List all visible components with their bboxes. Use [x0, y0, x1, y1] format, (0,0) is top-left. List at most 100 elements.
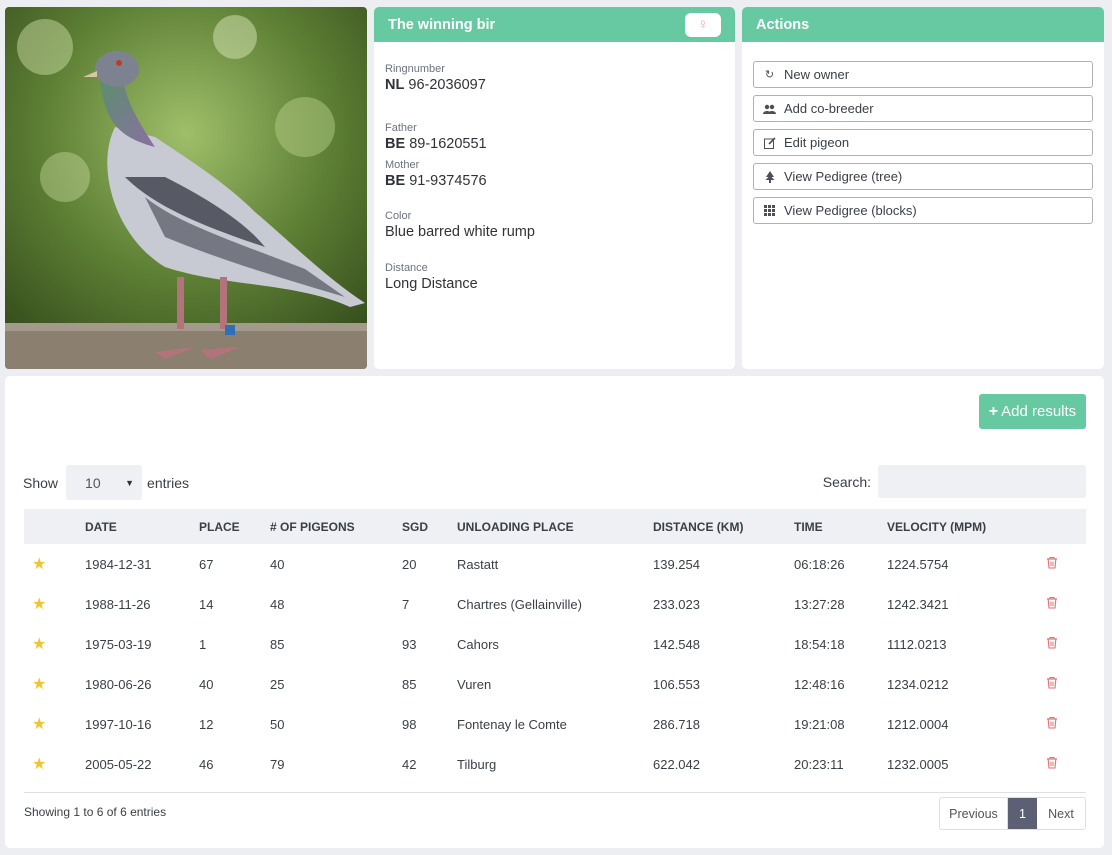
table-row: ★ 1975-03-19 1 85 93 Cahors 142.548 18:54:18 111… — [24, 624, 1086, 664]
col-velocity[interactable]: VELOCITY (MPM) — [887, 509, 1046, 544]
cell-velocity: 1232.0005 — [887, 756, 949, 772]
table-row: ★ 1980-06-26 40 25 85 Vuren 106.553 12:48:16 123… — [24, 664, 1086, 704]
cell-velocity: 1242.3421 — [887, 596, 949, 612]
col-time[interactable]: TIME — [794, 509, 887, 544]
cell-pigeons: 40 — [270, 556, 285, 572]
table-row: ★ 2005-05-22 46 79 42 Tilburg 622.042 20:23:11 1… — [24, 744, 1086, 784]
color-field: Color Blue barred white rump — [385, 210, 535, 240]
cell-distance: 286.718 — [653, 716, 700, 732]
cell-date: 1975-03-19 — [85, 636, 152, 652]
father-value[interactable]: BE 89-1620551 — [385, 136, 487, 152]
cell-unloading: Vuren — [457, 676, 492, 692]
cell-unloading: Cahors — [457, 636, 499, 652]
cell-pigeons: 85 — [270, 636, 285, 652]
col-sgd[interactable]: SGD — [402, 509, 457, 544]
female-icon[interactable]: ♀ — [685, 12, 721, 37]
table-row: ★ 1984-12-31 67 40 20 Rastatt 139.254 06:18:26 1… — [24, 544, 1086, 584]
star-icon[interactable]: ★ — [24, 664, 85, 704]
cell-pigeons: 48 — [270, 596, 285, 612]
col-place[interactable]: PLACE — [199, 509, 270, 544]
previous-page-button[interactable]: Previous — [940, 798, 1008, 829]
mother-label: Mother — [385, 159, 420, 171]
cell-place: 12 — [199, 716, 214, 732]
cell-sgd: 98 — [402, 716, 417, 732]
cell-date: 1980-06-26 — [85, 676, 152, 692]
cell-sgd: 93 — [402, 636, 417, 652]
cell-sgd: 85 — [402, 676, 417, 692]
cell-sgd: 42 — [402, 756, 417, 772]
cell-unloading: Chartres (Gellainville) — [457, 596, 582, 612]
page-1-button[interactable]: 1 — [1008, 798, 1037, 829]
table-row: ★ 1997-10-16 12 50 98 Fontenay le Comte 286.71… — [24, 704, 1086, 744]
tree-icon — [763, 170, 776, 183]
info-card-header: The winning bir ♀ — [374, 7, 735, 42]
pigeon-name: The winning bir — [388, 16, 496, 33]
distance-field: Distance Long Distance — [385, 262, 478, 292]
cell-time: 20:23:11 — [794, 756, 844, 772]
trash-icon[interactable] — [1046, 624, 1086, 664]
pigeon-photo — [5, 7, 367, 369]
actions-title: Actions — [756, 16, 810, 33]
search-control: Search: — [823, 465, 1086, 498]
star-icon[interactable]: ★ — [24, 624, 85, 664]
cell-pigeons: 79 — [270, 756, 285, 772]
star-icon[interactable]: ★ — [24, 744, 85, 784]
trash-icon[interactable] — [1046, 584, 1086, 624]
col-pigeons[interactable]: # OF PIGEONS — [270, 509, 402, 544]
cell-unloading: Rastatt — [457, 556, 499, 572]
father-field: Father BE 89-1620551 — [385, 122, 487, 152]
page-size-control: Show 10 ▼ entries — [23, 465, 189, 500]
cell-unloading: Tilburg — [457, 756, 497, 772]
view-pedigree-tree-button[interactable]: View Pedigree (tree) — [753, 163, 1093, 190]
edit-icon — [763, 136, 776, 149]
actions-card: Actions ↻ New owner Add co-breeder Edit … — [742, 7, 1104, 369]
mother-value[interactable]: BE 91-9374576 — [385, 173, 487, 189]
mother-field: Mother BE 91-9374576 — [385, 159, 487, 189]
caret-down-icon: ▼ — [125, 477, 135, 488]
page-size-select[interactable]: 10 ▼ — [66, 465, 143, 500]
star-icon[interactable]: ★ — [24, 584, 85, 624]
view-pedigree-blocks-button[interactable]: View Pedigree (blocks) — [753, 197, 1093, 224]
cell-unloading: Fontenay le Comte — [457, 716, 567, 732]
star-icon[interactable]: ★ — [24, 704, 85, 744]
distance-label: Distance — [385, 262, 428, 274]
refresh-icon: ↻ — [764, 69, 775, 81]
father-label: Father — [385, 122, 417, 134]
add-co-breeder-button[interactable]: Add co-breeder — [753, 95, 1093, 122]
results-table: DATE PLACE # OF PIGEONS SGD UNLOADING PL… — [24, 509, 1086, 784]
color-value: Blue barred white rump — [385, 224, 535, 240]
cell-velocity: 1212.0004 — [887, 716, 949, 732]
trash-icon[interactable] — [1046, 704, 1086, 744]
next-page-button[interactable]: Next — [1037, 798, 1085, 829]
trash-icon[interactable] — [1046, 544, 1086, 584]
color-label: Color — [385, 210, 412, 222]
cell-velocity: 1224.5754 — [887, 556, 949, 572]
star-icon[interactable]: ★ — [24, 544, 85, 584]
cell-date: 1984-12-31 — [85, 556, 152, 572]
results-card: + Add results Show 10 ▼ entries Search: … — [5, 376, 1104, 848]
cell-time: 13:27:28 — [794, 596, 845, 612]
cell-time: 18:54:18 — [794, 636, 845, 652]
cell-pigeons: 25 — [270, 676, 285, 692]
add-results-button[interactable]: + Add results — [979, 394, 1086, 429]
cell-distance: 233.023 — [653, 596, 700, 612]
col-date[interactable]: DATE — [85, 509, 199, 544]
cell-time: 06:18:26 — [794, 556, 845, 572]
col-distance[interactable]: DISTANCE (KM) — [653, 509, 794, 544]
ring-field: Ringnumber NL 96-2036097 — [385, 63, 486, 93]
plus-icon: + — [988, 402, 999, 420]
search-input[interactable] — [878, 465, 1086, 498]
entries-label: entries — [147, 474, 190, 491]
cell-place: 40 — [199, 676, 214, 692]
cell-place: 14 — [199, 596, 214, 612]
trash-icon[interactable] — [1046, 744, 1086, 784]
ring-value: NL 96-2036097 — [385, 77, 486, 93]
distance-value: Long Distance — [385, 276, 478, 292]
trash-icon[interactable] — [1046, 664, 1086, 704]
cell-time: 19:21:08 — [794, 716, 845, 732]
cell-place: 1 — [199, 636, 207, 652]
col-unloading-place[interactable]: UNLOADING PLACE — [457, 509, 653, 544]
users-icon — [763, 102, 776, 115]
edit-pigeon-button[interactable]: Edit pigeon — [753, 129, 1093, 156]
new-owner-button[interactable]: ↻ New owner — [753, 61, 1093, 88]
